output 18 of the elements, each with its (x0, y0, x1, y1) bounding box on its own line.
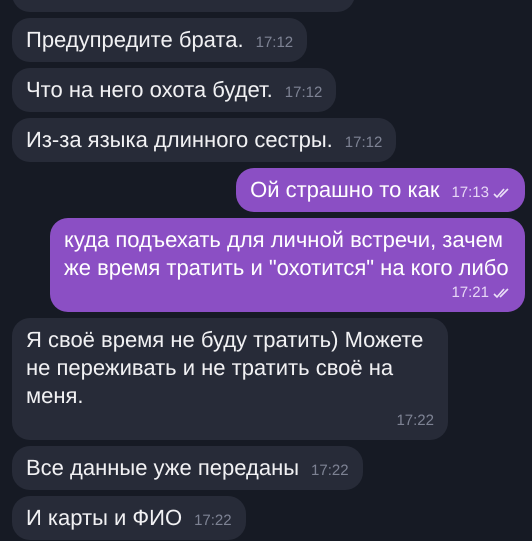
message-time-row-text: 17:12 (254, 33, 294, 53)
message-text: Из-за языка длинного сестры. (26, 126, 333, 154)
message-text: куда подъехать для личной встречи, зачем же время тратить и "охотится" на кого либо (64, 226, 510, 282)
message-text: Ой страшно то как (250, 176, 440, 204)
message-time-row: 17:13 (439, 182, 511, 204)
message-time-row-text: 17:12 (344, 133, 382, 153)
message-time-row-text: 17:22 (310, 461, 349, 481)
message-time-row-text: 17:22 (193, 511, 232, 531)
message-text: Все данные уже переданы (26, 454, 300, 482)
message-text: Что на него охота будет. (26, 76, 273, 104)
message-text: Предупредите брата. (26, 26, 244, 54)
double-check-icon (493, 287, 511, 300)
message-time-row-text: 17:12 (284, 83, 322, 103)
double-check-icon (493, 187, 511, 200)
message-text: Я своё время не буду тратить) Можете не переживать и не тратить своё на меня. (26, 326, 424, 410)
message-text: И карты и ФИО (26, 504, 182, 532)
message-time-row: 17:21 (439, 282, 511, 304)
message-time-row-text: 17:22 (395, 411, 434, 431)
